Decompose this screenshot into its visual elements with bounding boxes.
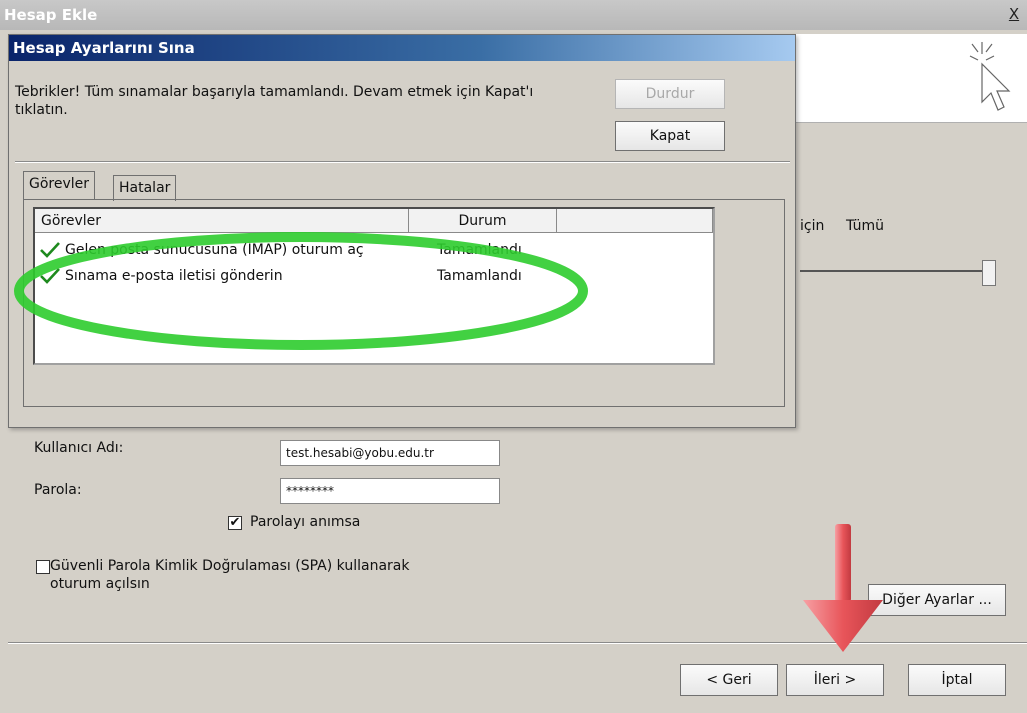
spa-label-line1: Güvenli Parola Kimlik Doğrulaması (SPA) … [50,558,410,574]
username-field[interactable]: test.hesabi@yobu.edu.tr [280,440,500,466]
close-icon[interactable]: X [1003,4,1025,24]
remember-password-label: Parolayı anımsa [250,514,361,530]
close-button[interactable]: Kapat [615,121,725,151]
arrow-down-icon [803,524,883,652]
spa-label-line2: oturum açılsın [50,576,150,592]
username-label: Kullanıcı Adı: [34,440,124,456]
window-title-text: Hesap Ekle [4,6,98,24]
spa-checkbox[interactable] [36,560,50,574]
success-message-line2: tıklatın. [15,102,68,118]
stop-button: Durdur [615,79,725,109]
offline-value-label: Tümü [846,218,885,234]
back-button[interactable]: < Geri [680,664,778,696]
next-button[interactable]: İleri > [786,664,884,696]
window-title: Hesap Ekle [0,0,1027,30]
tab-errors[interactable]: Hatalar [113,175,177,201]
success-message: Tebrikler! Tüm sınamalar başarıyla tamam… [15,83,595,119]
password-label: Parola: [34,482,82,498]
cursor-sparkle-icon [969,42,1011,111]
cancel-button[interactable]: İptal [908,664,1006,696]
dialog-title: Hesap Ayarlarını Sına [9,35,795,61]
offline-slider-thumb[interactable] [982,260,996,286]
offline-slider-track[interactable] [800,270,990,272]
password-field[interactable]: ******** [280,478,500,504]
test-account-dialog: Hesap Ayarlarını Sına Tebrikler! Tüm sın… [8,34,796,428]
remember-password-checkbox[interactable]: ✔ [228,516,242,530]
dialog-divider-highlight [15,162,790,163]
tab-tasks[interactable]: Görevler [23,171,96,199]
offline-label: için [800,218,825,234]
success-message-line1: Tebrikler! Tüm sınamalar başarıyla tamam… [15,84,534,100]
highlight-ellipse-annotation [14,232,588,350]
